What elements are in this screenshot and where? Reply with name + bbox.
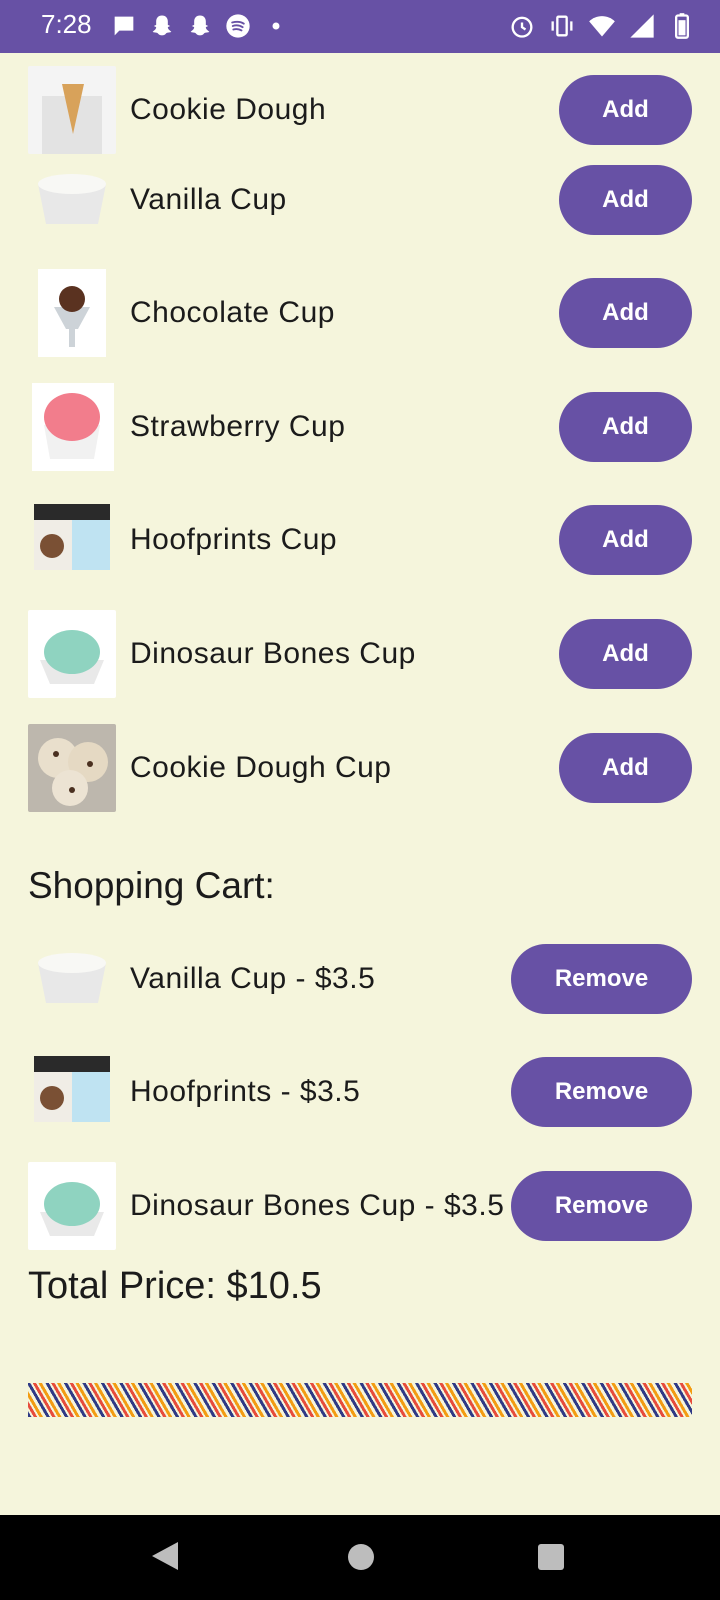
total-price: Total Price: $10.5 (28, 1265, 322, 1307)
dinosaur-bowl-image (28, 610, 116, 698)
hoofprints-carton-image (28, 1048, 116, 1136)
vanilla-cup-image (28, 156, 116, 244)
add-button[interactable]: Add (559, 619, 692, 689)
strawberry-cup-image (32, 383, 114, 471)
snapchat-icon-2 (190, 15, 210, 36)
cart-item: Vanilla Cup - $3.5 Remove (28, 935, 692, 1023)
menu-item-label: Chocolate Cup (130, 296, 335, 329)
vibrate-icon (551, 15, 573, 37)
menu-item: Strawberry Cup Add (28, 383, 692, 471)
status-bar: 7:28 (0, 0, 720, 53)
battery-icon (675, 13, 689, 39)
add-button[interactable]: Add (559, 392, 692, 462)
remove-button[interactable]: Remove (511, 1171, 692, 1241)
signal-icon (630, 14, 654, 38)
add-button[interactable]: Add (559, 733, 692, 803)
cone-jar-image (28, 66, 116, 154)
dinosaur-bowl-image (28, 1162, 116, 1250)
remove-button[interactable]: Remove (511, 1057, 692, 1127)
alarm-icon (511, 16, 533, 38)
menu-item: Vanilla Cup Add (28, 156, 692, 244)
cookie-dough-scoops-image (28, 724, 116, 812)
cart-item: Hoofprints - $3.5 Remove (28, 1048, 692, 1136)
notification-icons (110, 12, 290, 40)
wifi-icon (589, 16, 615, 37)
menu-item: Hoofprints Cup Add (28, 496, 692, 584)
back-icon[interactable] (152, 1542, 178, 1570)
spotify-icon (226, 14, 250, 38)
decorative-stripe (28, 1383, 692, 1417)
add-button[interactable]: Add (559, 75, 692, 145)
navigation-bar (0, 1515, 720, 1600)
home-icon[interactable] (348, 1544, 374, 1570)
vanilla-cup-image (28, 935, 116, 1023)
menu-item-label: Vanilla Cup (130, 183, 287, 216)
message-icon (114, 16, 134, 36)
menu-item-label: Dinosaur Bones Cup (130, 637, 416, 670)
cart-item-label: Vanilla Cup - $3.5 (130, 962, 376, 995)
menu-item: Cookie Dough Add (28, 66, 692, 154)
recents-icon[interactable] (538, 1544, 564, 1570)
cart-item-label: Hoofprints - $3.5 (130, 1075, 361, 1108)
menu-item: Dinosaur Bones Cup Add (28, 610, 692, 698)
more-dot-icon (272, 22, 280, 30)
add-button[interactable]: Add (559, 165, 692, 235)
menu-item-label: Strawberry Cup (130, 410, 346, 443)
add-button[interactable]: Add (559, 505, 692, 575)
chocolate-sundae-image (38, 269, 106, 357)
cart-title: Shopping Cart: (28, 865, 275, 906)
cart-item: Dinosaur Bones Cup - $3.5 Remove (28, 1162, 692, 1250)
system-icons (508, 12, 696, 40)
menu-item-label: Cookie Dough Cup (130, 751, 392, 784)
cart-item-label: Dinosaur Bones Cup - $3.5 (130, 1189, 505, 1222)
remove-button[interactable]: Remove (511, 944, 692, 1014)
status-time: 7:28 (41, 9, 92, 39)
menu-item: Cookie Dough Cup Add (28, 724, 692, 812)
add-button[interactable]: Add (559, 278, 692, 348)
menu-item-label: Hoofprints Cup (130, 523, 338, 556)
snapchat-icon (152, 15, 172, 36)
hoofprints-carton-image (28, 496, 116, 584)
main-content: Cookie Dough Add Vanilla Cup Add Chocola… (0, 53, 720, 1515)
menu-item-label: Cookie Dough (130, 93, 327, 126)
menu-item: Chocolate Cup Add (28, 269, 692, 357)
